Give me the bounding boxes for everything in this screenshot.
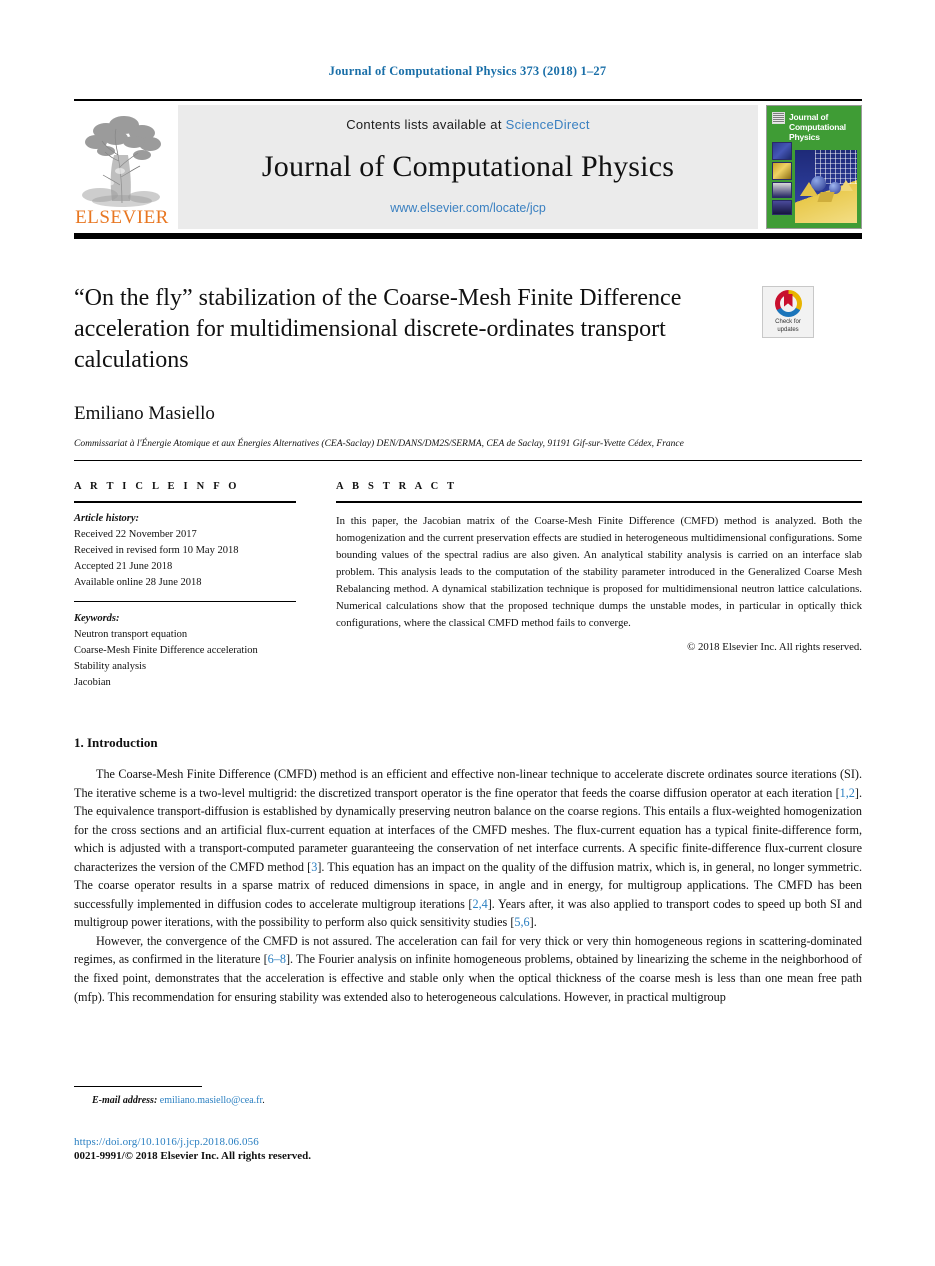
title-block: “On the fly” stabilization of the Coarse… <box>74 283 862 451</box>
history-item: Available online 28 June 2018 <box>74 576 202 588</box>
abstract-rule <box>336 501 862 503</box>
crossmark-ring-icon <box>774 290 802 317</box>
reference-link-1[interactable]: 1,2 <box>840 786 855 800</box>
reference-link-4[interactable]: 5,6 <box>514 915 529 929</box>
history-item: Received 22 November 2017 <box>74 528 197 540</box>
abstract-heading: A B S T R A C T <box>336 481 458 492</box>
abstract-column: A B S T R A C T In this paper, the Jacob… <box>336 481 862 653</box>
cover-shape-triangle-2 <box>839 180 853 191</box>
cover-strip-4 <box>772 200 792 215</box>
author-affiliation: Commissariat à l'Énergie Atomique et aux… <box>74 438 684 449</box>
introduction-section: 1. Introduction The Coarse-Mesh Finite D… <box>74 735 862 1006</box>
cover-strip-1 <box>772 142 792 160</box>
keyword-item: Neutron transport equation <box>74 628 188 640</box>
crossmark-label-line1: Check for <box>775 319 801 325</box>
section-title-introduction: 1. Introduction <box>74 735 158 750</box>
paragraph-2: However, the convergence of the CMFD is … <box>74 932 862 1006</box>
cover-strip-2 <box>772 162 792 180</box>
contents-available-line: Contents lists available at ScienceDirec… <box>346 117 590 132</box>
journal-article-page: Journal of Computational Physics 373 (20… <box>0 0 935 1266</box>
cover-shape-quad <box>817 192 835 202</box>
article-history-label: Article history: <box>74 513 140 524</box>
cover-strip-3 <box>772 182 792 198</box>
running-head: Journal of Computational Physics 373 (20… <box>328 64 607 78</box>
paragraph-1: The Coarse-Mesh Finite Difference (CMFD)… <box>74 765 862 932</box>
cover-title-text: Journal of Computational Physics <box>789 112 846 143</box>
journal-masthead: ELSEVIER Contents lists available at Sci… <box>74 99 862 239</box>
doi-link[interactable]: https://doi.org/10.1016/j.jcp.2018.06.05… <box>74 1136 594 1148</box>
para1-part-e: ]. <box>529 915 537 930</box>
crossmark-badge[interactable]: Check for updates <box>762 286 814 338</box>
keyword-item: Coarse-Mesh Finite Difference accelerati… <box>74 644 258 656</box>
author-name: Emiliano Masiello <box>74 402 215 424</box>
journal-cover-thumbnail[interactable]: Journal of Computational Physics <box>766 105 862 229</box>
crossmark-label: Check for updates <box>775 319 801 334</box>
journal-title: Journal of Computational Physics <box>261 150 675 183</box>
reference-link-3[interactable]: 2,4 <box>473 897 488 911</box>
imprint-block: https://doi.org/10.1016/j.jcp.2018.06.05… <box>74 1136 594 1162</box>
article-history-block: Article history: Received 22 November 20… <box>74 511 296 591</box>
elsevier-logo: ELSEVIER <box>74 105 170 229</box>
crossmark-bookmark-icon <box>783 294 793 307</box>
email-footnote: E-mail address: emiliano.masiello@cea.fr… <box>74 1095 494 1106</box>
keywords-label: Keywords: <box>74 612 120 624</box>
email-link[interactable]: emiliano.masiello@cea.fr <box>160 1095 263 1106</box>
cover-shape-sphere-1 <box>811 176 826 191</box>
article-info-heading: A R T I C L E I N F O <box>74 481 240 492</box>
keywords-block: Keywords: Neutron transport equation Coa… <box>74 611 296 691</box>
article-info-rule <box>74 501 296 503</box>
cover-artwork <box>795 150 857 223</box>
issn-copyright-line: 0021-9991/© 2018 Elsevier Inc. All right… <box>74 1150 311 1162</box>
footnote-rule <box>74 1086 202 1087</box>
masthead-top-rule <box>74 99 862 101</box>
cover-elsevier-mark-icon <box>772 112 785 124</box>
contents-panel: Contents lists available at ScienceDirec… <box>178 105 758 229</box>
keyword-item: Stability analysis <box>74 660 147 672</box>
history-item: Received in revised form 10 May 2018 <box>74 544 239 556</box>
para1-part-a: The Coarse-Mesh Finite Difference (CMFD)… <box>74 767 862 800</box>
masthead-body: ELSEVIER Contents lists available at Sci… <box>74 105 862 229</box>
elsevier-wordmark: ELSEVIER <box>75 207 169 228</box>
keyword-item: Jacobian <box>74 676 111 688</box>
reference-link-5[interactable]: 6–8 <box>268 952 286 966</box>
email-label: E-mail address: <box>92 1095 158 1106</box>
crossmark-label-line2: updates <box>777 326 799 333</box>
masthead-bottom-rule <box>74 233 862 239</box>
sciencedirect-link[interactable]: ScienceDirect <box>506 117 590 132</box>
keywords-separator-rule <box>74 600 296 602</box>
journal-homepage-link[interactable]: www.elsevier.com/locate/jcp <box>390 201 546 215</box>
footnote-block: E-mail address: emiliano.masiello@cea.fr… <box>74 1086 494 1106</box>
abstract-copyright: © 2018 Elsevier Inc. All rights reserved… <box>687 641 862 654</box>
history-item: Accepted 21 June 2018 <box>74 560 173 572</box>
abstract-text: In this paper, the Jacobian matrix of th… <box>336 515 862 630</box>
page-title: “On the fly” stabilization of the Coarse… <box>74 285 682 374</box>
email-suffix: . <box>262 1095 265 1106</box>
info-separator-rule <box>74 460 862 461</box>
article-info-column: A R T I C L E I N F O Article history: R… <box>74 481 296 691</box>
contents-prefix-text: Contents lists available at <box>346 117 506 132</box>
elsevier-tree-icon <box>76 111 168 207</box>
